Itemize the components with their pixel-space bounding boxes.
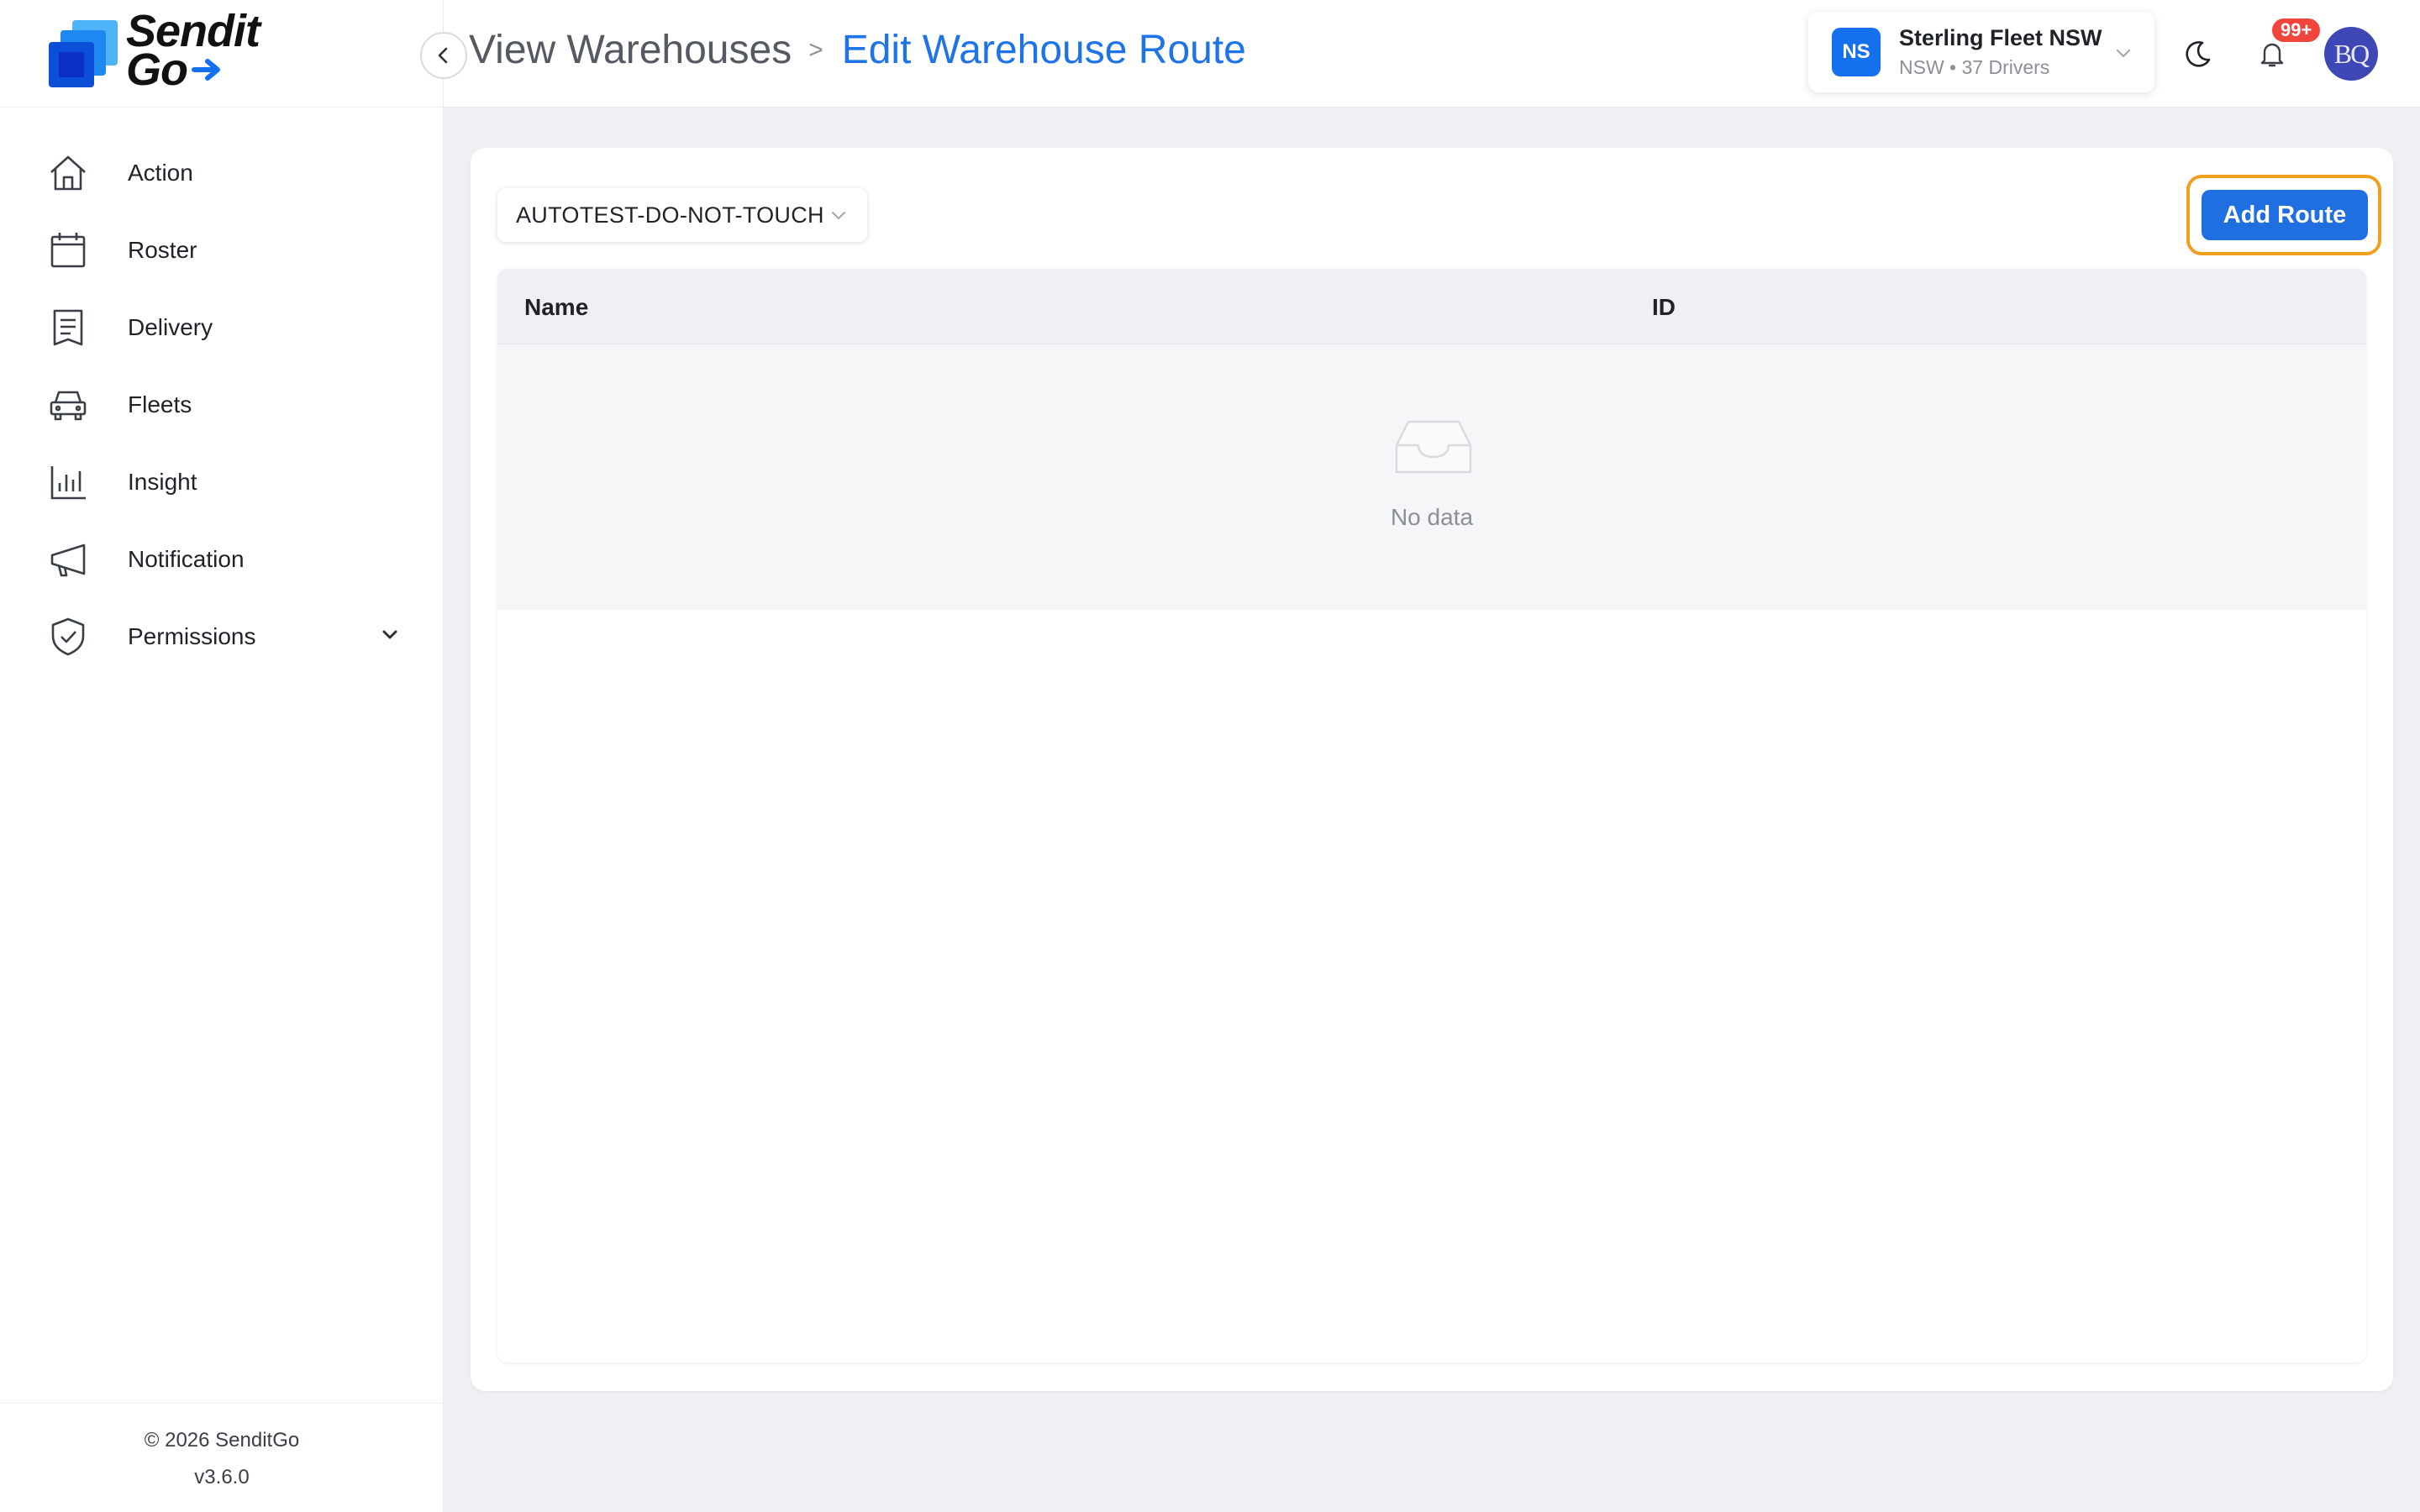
breadcrumb-view-warehouses[interactable]: View Warehouses [469, 27, 792, 73]
copyright-text: © 2026 SenditGo [144, 1429, 300, 1452]
sidebar-item-label: Fleets [128, 391, 192, 417]
empty-inbox-icon [1395, 420, 1472, 474]
logo-wordmark: Sendit Go [126, 8, 260, 95]
column-header-name[interactable]: Name [524, 294, 588, 321]
sidebar-item-notification[interactable]: Notification [0, 521, 444, 598]
sidebar-item-insight[interactable]: Insight [0, 444, 444, 521]
receipt-icon [47, 307, 89, 349]
page-title: Edit Warehouse Route [841, 28, 1246, 72]
collapse-sidebar-button[interactable] [420, 32, 467, 79]
senditgo-logo-icon [49, 20, 118, 87]
fleet-name: Sterling Fleet NSW [1899, 25, 2102, 50]
breadcrumb-separator: > [808, 35, 823, 64]
chevron-down-icon[interactable] [376, 622, 403, 648]
warehouse-select-value: AUTOTEST-DO-NOT-TOUCH [516, 202, 824, 228]
chevron-down-icon [2116, 49, 2131, 58]
add-route-focus-ring: Add Route [2186, 175, 2381, 255]
sidebar-item-label: Roster [128, 237, 197, 263]
sidebar: Sendit Go Action Roster Delivery Fleets … [0, 0, 444, 1512]
warehouse-select[interactable]: AUTOTEST-DO-NOT-TOUCH [497, 188, 867, 242]
logo-arrow-icon [192, 59, 220, 81]
home-icon [47, 152, 89, 194]
sidebar-item-label: Delivery [128, 314, 213, 340]
empty-state-text: No data [1390, 504, 1474, 530]
fleet-badge: NS [1832, 28, 1881, 76]
version-text: v3.6.0 [194, 1466, 250, 1488]
logo-line-2: Go [126, 45, 188, 95]
car-icon [47, 384, 89, 426]
sidebar-item-label: Action [128, 160, 193, 186]
avatar[interactable]: BQ [2324, 27, 2378, 81]
sidebar-item-fleets[interactable]: Fleets [0, 366, 444, 444]
main-card: AUTOTEST-DO-NOT-TOUCH Add Route Name ID … [471, 148, 2393, 1391]
chevron-left-icon [438, 47, 448, 64]
routes-table: Name ID No data [497, 269, 2366, 1362]
fleet-selector[interactable]: NS Sterling Fleet NSW NSW • 37 Drivers [1808, 12, 2154, 92]
theme-toggle-button[interactable] [2173, 29, 2223, 79]
chevron-down-icon [832, 212, 845, 219]
sidebar-item-label: Insight [128, 469, 197, 495]
sidebar-item-label: Notification [128, 546, 245, 572]
table-header: Name ID [497, 269, 2366, 344]
sidebar-item-permissions[interactable]: Permissions [0, 598, 444, 675]
sidebar-nav: Action Roster Delivery Fleets Insight No… [0, 134, 444, 675]
empty-state: No data [497, 344, 2366, 610]
breadcrumb: View Warehouses > Edit Warehouse Route [469, 27, 1246, 73]
calendar-icon [47, 229, 89, 271]
sidebar-item-delivery[interactable]: Delivery [0, 289, 444, 366]
column-header-id[interactable]: ID [1652, 294, 1676, 321]
logo[interactable]: Sendit Go [0, 0, 443, 108]
sidebar-footer: © 2026 SenditGo v3.6.0 [0, 1403, 444, 1512]
fleet-subtitle: NSW • 37 Drivers [1899, 56, 2050, 78]
add-route-button[interactable]: Add Route [2202, 190, 2368, 240]
bar-chart-icon [47, 461, 89, 503]
sidebar-item-label: Permissions [128, 623, 256, 649]
shield-check-icon [47, 616, 89, 658]
notification-count-badge: 99+ [2270, 17, 2323, 44]
megaphone-icon [47, 538, 89, 580]
top-header: View Warehouses > Edit Warehouse Route N… [444, 0, 2420, 108]
sidebar-item-action[interactable]: Action [0, 134, 444, 212]
sidebar-item-roster[interactable]: Roster [0, 212, 444, 289]
moon-icon [2186, 41, 2211, 67]
